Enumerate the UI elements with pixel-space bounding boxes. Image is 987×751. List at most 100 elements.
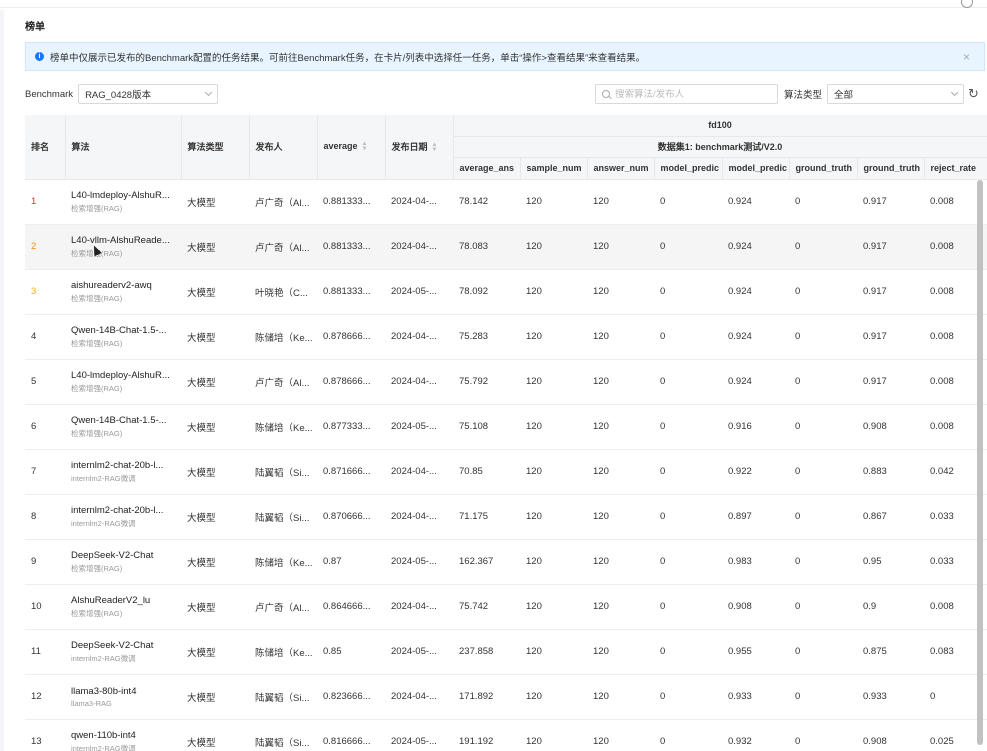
algo-type-select-value: 全部	[834, 90, 854, 101]
algo-name[interactable]: aishureaderv2-awq	[71, 280, 175, 291]
cell-metric: 0	[654, 584, 722, 630]
algo-name[interactable]: Qwen-14B-Chat-1.5-...	[71, 415, 175, 426]
table-row[interactable]: 10 AlshuReaderV2_lu 检索增强(RAG) 大模型 卢广奇（Al... 0…	[25, 584, 987, 630]
page-title: 榜单	[25, 22, 45, 33]
cell-metric: 0.955	[722, 629, 789, 675]
algo-name[interactable]: internlm2-chat-20b-l...	[71, 505, 175, 516]
table-row[interactable]: 1 L40-lmdeploy-AlshuR... 检索增强(RAG) 大模型 卢广奇（A…	[25, 179, 987, 225]
cell-algo[interactable]: DeepSeek-V2-Chat internlm2-RAG微调	[65, 629, 181, 675]
cell-algo[interactable]: internlm2-chat-20b-l... internlm2-RAG微调	[65, 449, 181, 495]
cell-metric: 120	[520, 674, 587, 720]
algo-name[interactable]: DeepSeek-V2-Chat	[71, 640, 175, 651]
cell-algo[interactable]: DeepSeek-V2-Chat 检索增强(RAG)	[65, 539, 181, 585]
cell-average: 0.881333...	[317, 179, 385, 225]
cell-metric: 120	[587, 674, 654, 720]
cell-type: 大模型	[181, 269, 249, 315]
cell-type: 大模型	[181, 629, 249, 675]
algo-name[interactable]: L40-lmdeploy-AlshuR...	[71, 190, 175, 201]
cell-algo[interactable]: L40-vllm-AlshuReade... 检索增强(RAG)	[65, 224, 181, 270]
algo-name[interactable]: AlshuReaderV2_lu	[71, 595, 175, 606]
search-box[interactable]	[595, 84, 778, 104]
cell-date: 2024-04-...	[385, 314, 453, 360]
algo-name[interactable]: L40-vllm-AlshuReade...	[71, 235, 175, 246]
cell-algo[interactable]: Qwen-14B-Chat-1.5-... 检索增强(RAG)	[65, 404, 181, 450]
cell-metric: 0	[654, 449, 722, 495]
cell-metric: 0	[789, 539, 857, 585]
algo-name[interactable]: internlm2-chat-20b-l...	[71, 460, 175, 471]
cell-metric: 0.897	[722, 494, 789, 540]
col-rank: 排名	[25, 115, 66, 180]
table-row[interactable]: 5 L40-lmdeploy-AlshuR... 检索增强(RAG) 大模型 卢广奇（A…	[25, 359, 987, 405]
cell-metric: 75.108	[453, 404, 520, 450]
cell-date: 2024-04-...	[385, 584, 453, 630]
cell-rank: 4	[25, 314, 65, 360]
cell-metric: 0.924	[722, 224, 789, 270]
table-row[interactable]: 9 DeepSeek-V2-Chat 检索增强(RAG) 大模型 陈储培（Ke... 0.…	[25, 539, 987, 585]
cell-metric: 162.367	[453, 539, 520, 585]
cell-algo[interactable]: aishureaderv2-awq 检索增强(RAG)	[65, 269, 181, 315]
sort-icon[interactable]: ▲ ▼	[432, 142, 438, 153]
col-average[interactable]: average ▲ ▼	[317, 115, 386, 180]
cell-algo[interactable]: internlm2-chat-20b-l... internlm2-RAG微调	[65, 494, 181, 540]
cell-rank: 11	[25, 629, 65, 675]
algo-type-select[interactable]: 全部	[827, 84, 965, 104]
cell-metric: 120	[587, 179, 654, 225]
benchmark-label: Benchmark	[25, 88, 74, 100]
table-row[interactable]: 12 llama3-80b-int4 llama3-RAG 大模型 陆翼韬（Si... 0…	[25, 674, 987, 720]
table-row[interactable]: 13 qwen-110b-int4 internlm2-RAG微调 大模型 陆翼韬（Si…	[25, 719, 987, 751]
col-metric: model_predic	[654, 157, 723, 180]
table-row[interactable]: 11 DeepSeek-V2-Chat internlm2-RAG微调 大模型 陈储培（…	[25, 629, 987, 675]
cell-algo[interactable]: llama3-80b-int4 llama3-RAG	[65, 674, 181, 720]
cell-metric: 0.924	[722, 269, 789, 315]
cell-metric: 0	[789, 359, 857, 405]
algo-subtype: 检索增强(RAG)	[71, 248, 123, 258]
cell-type: 大模型	[181, 449, 249, 495]
table-row[interactable]: 8 internlm2-chat-20b-l... internlm2-RAG微调 大…	[25, 494, 987, 540]
search-input[interactable]	[615, 88, 765, 100]
table-row[interactable]: 6 Qwen-14B-Chat-1.5-... 检索增强(RAG) 大模型 陈储培（Ke…	[25, 404, 987, 450]
table-row[interactable]: 4 Qwen-14B-Chat-1.5-... 检索增强(RAG) 大模型 陈储培（Ke…	[25, 314, 987, 360]
cell-algo[interactable]: Qwen-14B-Chat-1.5-... 检索增强(RAG)	[65, 314, 181, 360]
refresh-icon[interactable]: ↻	[968, 86, 979, 102]
algo-name[interactable]: DeepSeek-V2-Chat	[71, 550, 175, 561]
algo-name[interactable]: llama3-80b-int4	[71, 686, 175, 697]
cell-metric: 0	[654, 359, 722, 405]
cell-metric: 78.092	[453, 269, 520, 315]
cell-average: 0.823666...	[317, 674, 385, 720]
cell-rank: 5	[25, 359, 65, 405]
col-date[interactable]: 发布日期 ▲ ▼	[385, 115, 454, 180]
table-row[interactable]: 3 aishureaderv2-awq 检索增强(RAG) 大模型 叶晓艳（C... 0.…	[25, 269, 987, 315]
dataset-header: 数据集1: benchmark测试/V2.0	[453, 136, 987, 158]
cell-metric: 0.924	[722, 179, 789, 225]
algo-type-filter: 算法类型 全部	[784, 84, 965, 104]
algo-name[interactable]: Qwen-14B-Chat-1.5-...	[71, 325, 175, 336]
cell-metric: 120	[587, 224, 654, 270]
cell-metric: 0	[789, 674, 857, 720]
cell-algo[interactable]: L40-lmdeploy-AlshuR... 检索增强(RAG)	[65, 359, 181, 405]
algo-name[interactable]: L40-lmdeploy-AlshuR...	[71, 370, 175, 381]
cell-metric: 75.742	[453, 584, 520, 630]
algo-name[interactable]: qwen-110b-int4	[71, 730, 175, 741]
col-publisher: 发布人	[249, 115, 318, 180]
cell-metric: 120	[587, 449, 654, 495]
cell-average: 0.87	[317, 539, 385, 585]
cell-algo[interactable]: qwen-110b-int4 internlm2-RAG微调	[65, 719, 181, 751]
cell-algo[interactable]: AlshuReaderV2_lu 检索增强(RAG)	[65, 584, 181, 630]
benchmark-select[interactable]: RAG_0428版本	[78, 84, 219, 104]
table-row[interactable]: 2 L40-vllm-AlshuReade... 检索增强(RAG) 大模型 卢广奇（A…	[25, 224, 987, 270]
cell-publisher: 陈储培（Ke...	[249, 314, 317, 360]
table-row[interactable]: 7 internlm2-chat-20b-l... internlm2-RAG微调 大…	[25, 449, 987, 495]
cell-algo[interactable]: L40-lmdeploy-AlshuR... 检索增强(RAG)	[65, 179, 181, 225]
algo-subtype: 检索增强(RAG)	[71, 293, 123, 303]
cell-rank: 10	[25, 584, 65, 630]
cell-metric: 0	[789, 719, 857, 751]
cell-metric: 120	[587, 404, 654, 450]
vertical-scrollbar[interactable]	[977, 180, 983, 745]
cell-metric: 71.175	[453, 494, 520, 540]
close-icon[interactable]: ×	[963, 50, 970, 64]
cell-metric: 120	[520, 404, 587, 450]
cell-rank: 13	[25, 719, 65, 751]
sort-icon[interactable]: ▲ ▼	[362, 141, 368, 152]
cell-metric: 120	[520, 494, 587, 540]
cell-metric: 237.858	[453, 629, 520, 675]
